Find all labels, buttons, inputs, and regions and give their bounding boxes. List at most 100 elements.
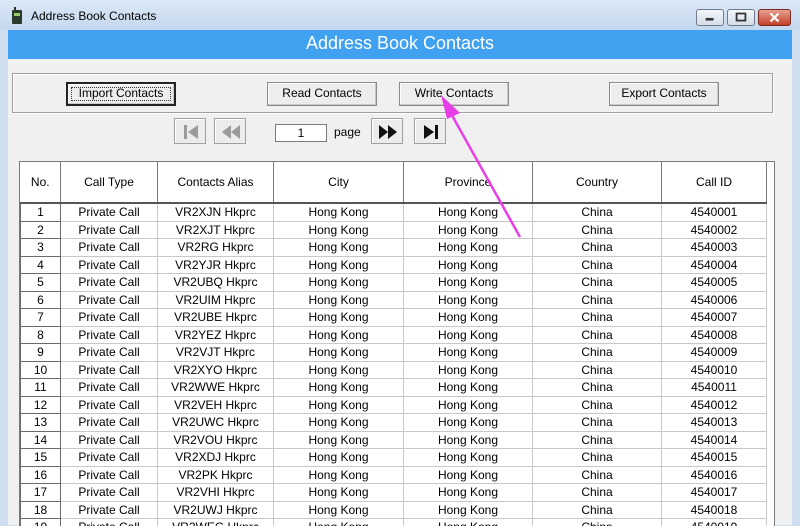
table-cell: Hong Kong (274, 484, 404, 502)
table-cell: Hong Kong (404, 449, 533, 467)
table-cell: Hong Kong (404, 379, 533, 397)
header-band: Address Book Contacts (8, 30, 792, 59)
table-cell: 11 (21, 379, 61, 397)
table-row[interactable]: 5Private CallVR2UBQ HkprcHong KongHong K… (21, 274, 767, 292)
table-row[interactable]: 13Private CallVR2UWC HkprcHong KongHong … (21, 414, 767, 432)
table-cell: Private Call (61, 326, 158, 344)
table-cell: Hong Kong (404, 344, 533, 362)
table-row[interactable]: 2Private CallVR2XJT HkprcHong KongHong K… (21, 221, 767, 239)
column-header[interactable]: Country (533, 162, 662, 203)
column-header[interactable]: Province (404, 162, 533, 203)
table-cell: Hong Kong (274, 396, 404, 414)
page-number-input[interactable] (275, 124, 327, 142)
maximize-button[interactable] (727, 9, 755, 26)
table-cell: 4540014 (662, 431, 767, 449)
column-header[interactable]: No. (21, 162, 61, 203)
table-cell: China (533, 326, 662, 344)
import-contacts-button[interactable]: Import Contacts (66, 82, 176, 106)
table-row[interactable]: 8Private CallVR2YEZ HkprcHong KongHong K… (21, 326, 767, 344)
table-cell: Hong Kong (274, 361, 404, 379)
table-cell: 4540010 (662, 361, 767, 379)
export-contacts-button[interactable]: Export Contacts (609, 82, 719, 106)
column-header[interactable]: Call ID (662, 162, 767, 203)
table-row[interactable]: 14Private CallVR2VOU HkprcHong KongHong … (21, 431, 767, 449)
table-cell: China (533, 501, 662, 519)
table-cell: VR2VEH Hkprc (158, 396, 274, 414)
table-cell: 15 (21, 449, 61, 467)
table-row[interactable]: 3Private CallVR2RG HkprcHong KongHong Ko… (21, 239, 767, 257)
radio-app-icon (11, 7, 23, 24)
close-button[interactable] (758, 9, 791, 26)
previous-page-button[interactable] (214, 118, 246, 144)
table-cell: 4540001 (662, 203, 767, 221)
write-contacts-button[interactable]: Write Contacts (399, 82, 509, 106)
table-cell: Private Call (61, 396, 158, 414)
table-cell: 4540018 (662, 501, 767, 519)
table-cell: 4540005 (662, 274, 767, 292)
read-contacts-button[interactable]: Read Contacts (267, 82, 377, 106)
column-header[interactable]: City (274, 162, 404, 203)
table-cell: China (533, 344, 662, 362)
table-cell: VR2UBE Hkprc (158, 309, 274, 327)
table-cell: Hong Kong (274, 344, 404, 362)
table-row[interactable]: 10Private CallVR2XYO HkprcHong KongHong … (21, 361, 767, 379)
title-bar[interactable]: Address Book Contacts (0, 0, 800, 30)
contacts-table-container[interactable]: No.Call TypeContacts AliasCityProvinceCo… (19, 161, 775, 526)
table-cell: China (533, 291, 662, 309)
table-cell: VR2PK Hkprc (158, 466, 274, 484)
table-cell: Hong Kong (404, 414, 533, 432)
column-header[interactable]: Contacts Alias (158, 162, 274, 203)
table-cell: 13 (21, 414, 61, 432)
table-cell: Hong Kong (274, 326, 404, 344)
table-cell: 4540016 (662, 466, 767, 484)
table-cell: Hong Kong (274, 203, 404, 221)
table-cell: VR2YEZ Hkprc (158, 326, 274, 344)
table-row[interactable]: 18Private CallVR2UWJ HkprcHong KongHong … (21, 501, 767, 519)
table-row[interactable]: 15Private CallVR2XDJ HkprcHong KongHong … (21, 449, 767, 467)
table-cell: Hong Kong (404, 501, 533, 519)
table-cell: Private Call (61, 379, 158, 397)
client-area: Address Book Contacts Import Contacts Re… (8, 30, 792, 525)
table-row[interactable]: 7Private CallVR2UBE HkprcHong KongHong K… (21, 309, 767, 327)
table-row[interactable]: 12Private CallVR2VEH HkprcHong KongHong … (21, 396, 767, 414)
table-row[interactable]: 9Private CallVR2VJT HkprcHong KongHong K… (21, 344, 767, 362)
next-page-button[interactable] (371, 118, 403, 144)
table-cell: Hong Kong (274, 221, 404, 239)
table-cell: 1 (21, 203, 61, 221)
table-cell: VR2UWJ Hkprc (158, 501, 274, 519)
table-row[interactable]: 4Private CallVR2YJR HkprcHong KongHong K… (21, 256, 767, 274)
table-cell: Hong Kong (274, 239, 404, 257)
table-row[interactable]: 6Private CallVR2UIM HkprcHong KongHong K… (21, 291, 767, 309)
skip-to-first-icon (175, 119, 207, 145)
table-cell: VR2YJR Hkprc (158, 256, 274, 274)
table-cell: VR2XJT Hkprc (158, 221, 274, 239)
table-cell: 6 (21, 291, 61, 309)
contacts-table: No.Call TypeContacts AliasCityProvinceCo… (20, 162, 767, 526)
first-page-button[interactable] (174, 118, 206, 144)
table-cell: China (533, 484, 662, 502)
last-page-button[interactable] (414, 118, 446, 144)
table-cell: Hong Kong (404, 466, 533, 484)
table-row[interactable]: 17Private CallVR2VHI HkprcHong KongHong … (21, 484, 767, 502)
table-cell: Hong Kong (274, 274, 404, 292)
table-cell: Hong Kong (274, 449, 404, 467)
table-row[interactable]: 1Private CallVR2XJN HkprcHong KongHong K… (21, 203, 767, 221)
table-cell: VR2XJN Hkprc (158, 203, 274, 221)
table-cell: China (533, 203, 662, 221)
minimize-button[interactable] (696, 9, 724, 26)
table-header-row: No.Call TypeContacts AliasCityProvinceCo… (21, 162, 767, 203)
table-cell: 12 (21, 396, 61, 414)
table-cell: Hong Kong (274, 431, 404, 449)
table-cell: VR2RG Hkprc (158, 239, 274, 257)
table-row[interactable]: 11Private CallVR2WWE HkprcHong KongHong … (21, 379, 767, 397)
table-row[interactable]: 16Private CallVR2PK HkprcHong KongHong K… (21, 466, 767, 484)
table-cell: 9 (21, 344, 61, 362)
table-cell: China (533, 379, 662, 397)
minimize-icon (697, 10, 723, 25)
table-cell: Private Call (61, 484, 158, 502)
page-title: Address Book Contacts (8, 33, 792, 54)
table-cell: VR2VHI Hkprc (158, 484, 274, 502)
table-cell: 17 (21, 484, 61, 502)
column-header[interactable]: Call Type (61, 162, 158, 203)
table-cell: Private Call (61, 256, 158, 274)
